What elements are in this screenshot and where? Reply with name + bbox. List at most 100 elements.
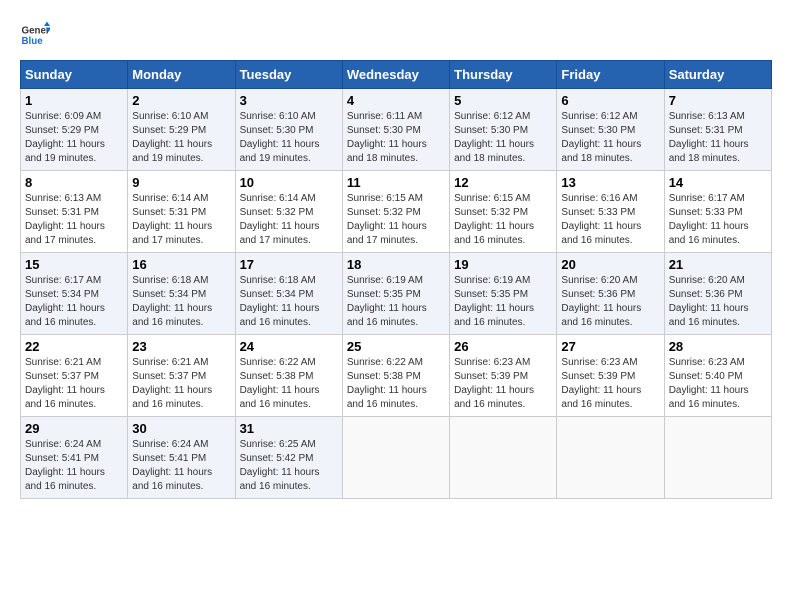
day-info: Sunrise: 6:19 AMSunset: 5:35 PMDaylight:… — [454, 274, 552, 330]
calendar-cell: 22 Sunrise: 6:21 AMSunset: 5:37 PMDayligh… — [21, 335, 128, 417]
day-info: Sunrise: 6:11 AMSunset: 5:30 PMDaylight:… — [347, 110, 445, 166]
day-number: 25 — [347, 339, 445, 354]
calendar-cell: 26 Sunrise: 6:23 AMSunset: 5:39 PMDayligh… — [450, 335, 557, 417]
calendar-week-row: 1 Sunrise: 6:09 AMSunset: 5:29 PMDaylight… — [21, 89, 772, 171]
calendar-cell — [664, 417, 771, 499]
calendar-cell: 29 Sunrise: 6:24 AMSunset: 5:41 PMDayligh… — [21, 417, 128, 499]
day-number: 1 — [25, 93, 123, 108]
day-number: 2 — [132, 93, 230, 108]
day-info: Sunrise: 6:12 AMSunset: 5:30 PMDaylight:… — [561, 110, 659, 166]
day-info: Sunrise: 6:14 AMSunset: 5:32 PMDaylight:… — [240, 192, 338, 248]
calendar-week-row: 15 Sunrise: 6:17 AMSunset: 5:34 PMDayligh… — [21, 253, 772, 335]
calendar-cell: 6Sunrise: 6:12 AMSunset: 5:30 PMDaylight… — [557, 89, 664, 171]
weekday-header: Tuesday — [235, 61, 342, 89]
day-info: Sunrise: 6:23 AMSunset: 5:39 PMDaylight:… — [561, 356, 659, 412]
weekday-header: Thursday — [450, 61, 557, 89]
calendar-week-row: 22 Sunrise: 6:21 AMSunset: 5:37 PMDayligh… — [21, 335, 772, 417]
day-info: Sunrise: 6:20 AMSunset: 5:36 PMDaylight:… — [669, 274, 767, 330]
day-info: Sunrise: 6:16 AMSunset: 5:33 PMDaylight:… — [561, 192, 659, 248]
day-info: Sunrise: 6:17 AMSunset: 5:34 PMDaylight:… — [25, 274, 123, 330]
weekday-header: Wednesday — [342, 61, 449, 89]
calendar-cell: 1 Sunrise: 6:09 AMSunset: 5:29 PMDaylight… — [21, 89, 128, 171]
day-info: Sunrise: 6:21 AMSunset: 5:37 PMDaylight:… — [25, 356, 123, 412]
weekday-header: Sunday — [21, 61, 128, 89]
day-number: 22 — [25, 339, 123, 354]
day-number: 24 — [240, 339, 338, 354]
day-number: 15 — [25, 257, 123, 272]
day-number: 4 — [347, 93, 445, 108]
calendar-cell: 16 Sunrise: 6:18 AMSunset: 5:34 PMDayligh… — [128, 253, 235, 335]
svg-text:General: General — [22, 26, 51, 37]
day-number: 14 — [669, 175, 767, 190]
day-number: 19 — [454, 257, 552, 272]
day-number: 7 — [669, 93, 767, 108]
day-number: 29 — [25, 421, 123, 436]
calendar-cell: 24 Sunrise: 6:22 AMSunset: 5:38 PMDayligh… — [235, 335, 342, 417]
day-number: 3 — [240, 93, 338, 108]
day-number: 23 — [132, 339, 230, 354]
calendar-cell: 19 Sunrise: 6:19 AMSunset: 5:35 PMDayligh… — [450, 253, 557, 335]
logo-icon: General Blue — [20, 20, 50, 50]
day-number: 31 — [240, 421, 338, 436]
calendar-cell: 14 Sunrise: 6:17 AMSunset: 5:33 PMDayligh… — [664, 171, 771, 253]
day-info: Sunrise: 6:25 AMSunset: 5:42 PMDaylight:… — [240, 438, 338, 494]
calendar-cell: 10 Sunrise: 6:14 AMSunset: 5:32 PMDayligh… — [235, 171, 342, 253]
day-info: Sunrise: 6:18 AMSunset: 5:34 PMDaylight:… — [240, 274, 338, 330]
calendar-table: SundayMondayTuesdayWednesdayThursdayFrid… — [20, 60, 772, 499]
calendar-cell: 25 Sunrise: 6:22 AMSunset: 5:38 PMDayligh… — [342, 335, 449, 417]
day-info: Sunrise: 6:19 AMSunset: 5:35 PMDaylight:… — [347, 274, 445, 330]
day-info: Sunrise: 6:24 AMSunset: 5:41 PMDaylight:… — [132, 438, 230, 494]
calendar-cell: 9Sunrise: 6:14 AMSunset: 5:31 PMDaylight… — [128, 171, 235, 253]
day-info: Sunrise: 6:09 AMSunset: 5:29 PMDaylight:… — [25, 110, 123, 166]
weekday-header-row: SundayMondayTuesdayWednesdayThursdayFrid… — [21, 61, 772, 89]
day-number: 5 — [454, 93, 552, 108]
day-info: Sunrise: 6:10 AMSunset: 5:30 PMDaylight:… — [240, 110, 338, 166]
calendar-cell — [450, 417, 557, 499]
calendar-cell: 4 Sunrise: 6:11 AMSunset: 5:30 PMDaylight… — [342, 89, 449, 171]
calendar-cell: 27Sunrise: 6:23 AMSunset: 5:39 PMDayligh… — [557, 335, 664, 417]
day-number: 12 — [454, 175, 552, 190]
day-number: 28 — [669, 339, 767, 354]
day-number: 20 — [561, 257, 659, 272]
logo: General Blue — [20, 20, 54, 50]
calendar-cell: 2 Sunrise: 6:10 AMSunset: 5:29 PMDaylight… — [128, 89, 235, 171]
day-info: Sunrise: 6:15 AMSunset: 5:32 PMDaylight:… — [454, 192, 552, 248]
day-info: Sunrise: 6:13 AMSunset: 5:31 PMDaylight:… — [669, 110, 767, 166]
calendar-cell: 8Sunrise: 6:13 AMSunset: 5:31 PMDaylight… — [21, 171, 128, 253]
day-number: 11 — [347, 175, 445, 190]
svg-text:Blue: Blue — [22, 36, 44, 47]
day-info: Sunrise: 6:12 AMSunset: 5:30 PMDaylight:… — [454, 110, 552, 166]
day-number: 10 — [240, 175, 338, 190]
day-info: Sunrise: 6:21 AMSunset: 5:37 PMDaylight:… — [132, 356, 230, 412]
day-info: Sunrise: 6:13 AMSunset: 5:31 PMDaylight:… — [25, 192, 123, 248]
day-number: 18 — [347, 257, 445, 272]
calendar-cell: 13 Sunrise: 6:16 AMSunset: 5:33 PMDayligh… — [557, 171, 664, 253]
day-info: Sunrise: 6:24 AMSunset: 5:41 PMDaylight:… — [25, 438, 123, 494]
calendar-cell: 28 Sunrise: 6:23 AMSunset: 5:40 PMDayligh… — [664, 335, 771, 417]
calendar-cell: 21Sunrise: 6:20 AMSunset: 5:36 PMDayligh… — [664, 253, 771, 335]
calendar-cell: 7 Sunrise: 6:13 AMSunset: 5:31 PMDaylight… — [664, 89, 771, 171]
calendar-cell: 30 Sunrise: 6:24 AMSunset: 5:41 PMDayligh… — [128, 417, 235, 499]
weekday-header: Friday — [557, 61, 664, 89]
calendar-cell: 3 Sunrise: 6:10 AMSunset: 5:30 PMDaylight… — [235, 89, 342, 171]
day-number: 16 — [132, 257, 230, 272]
day-info: Sunrise: 6:18 AMSunset: 5:34 PMDaylight:… — [132, 274, 230, 330]
calendar-cell: 11 Sunrise: 6:15 AMSunset: 5:32 PMDayligh… — [342, 171, 449, 253]
day-info: Sunrise: 6:23 AMSunset: 5:39 PMDaylight:… — [454, 356, 552, 412]
day-info: Sunrise: 6:17 AMSunset: 5:33 PMDaylight:… — [669, 192, 767, 248]
weekday-header: Monday — [128, 61, 235, 89]
day-info: Sunrise: 6:23 AMSunset: 5:40 PMDaylight:… — [669, 356, 767, 412]
day-number: 13 — [561, 175, 659, 190]
day-number: 9 — [132, 175, 230, 190]
calendar-cell: 12 Sunrise: 6:15 AMSunset: 5:32 PMDayligh… — [450, 171, 557, 253]
day-info: Sunrise: 6:22 AMSunset: 5:38 PMDaylight:… — [240, 356, 338, 412]
calendar-week-row: 29 Sunrise: 6:24 AMSunset: 5:41 PMDayligh… — [21, 417, 772, 499]
day-info: Sunrise: 6:15 AMSunset: 5:32 PMDaylight:… — [347, 192, 445, 248]
day-number: 30 — [132, 421, 230, 436]
day-info: Sunrise: 6:22 AMSunset: 5:38 PMDaylight:… — [347, 356, 445, 412]
day-info: Sunrise: 6:10 AMSunset: 5:29 PMDaylight:… — [132, 110, 230, 166]
day-number: 26 — [454, 339, 552, 354]
weekday-header: Saturday — [664, 61, 771, 89]
calendar-cell: 31 Sunrise: 6:25 AMSunset: 5:42 PMDayligh… — [235, 417, 342, 499]
header: General Blue — [20, 20, 772, 50]
